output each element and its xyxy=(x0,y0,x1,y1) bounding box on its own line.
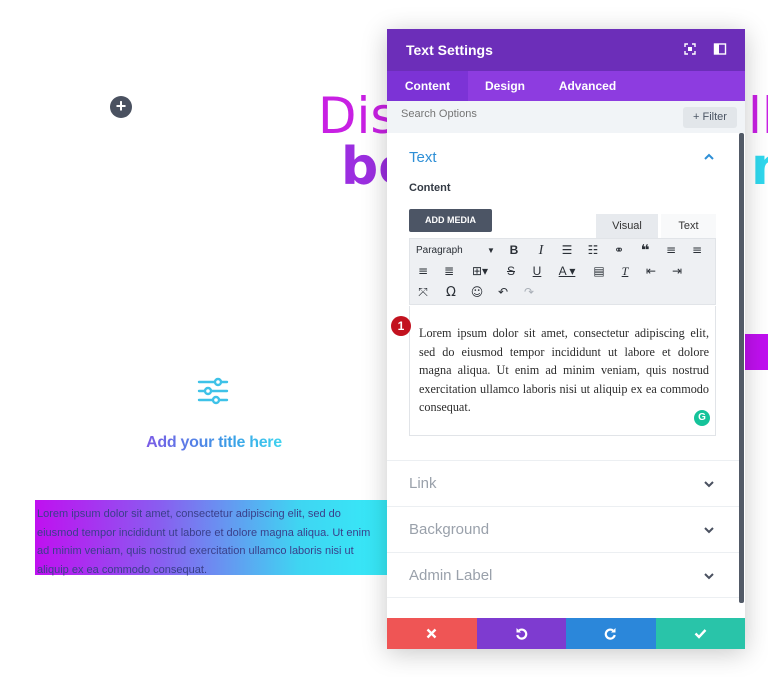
editor-tab-text[interactable]: Text xyxy=(661,214,716,238)
page: + Dis ll be nt Add your title here Lorem… xyxy=(0,0,768,677)
section-link-label: Link xyxy=(409,475,437,492)
checkmark-icon xyxy=(694,629,706,639)
content-label: Content xyxy=(409,182,451,194)
align-center-icon[interactable]: ≡ xyxy=(687,240,707,261)
panel-header: Text Settings xyxy=(387,29,745,71)
tab-content[interactable]: Content xyxy=(387,71,468,101)
link-icon[interactable]: ⚭ xyxy=(609,240,629,261)
bullet-list-icon[interactable]: ☰ xyxy=(557,240,577,261)
chevron-down-icon[interactable] xyxy=(702,477,716,491)
indent-icon[interactable]: ⇥ xyxy=(667,261,687,282)
tab-advanced[interactable]: Advanced xyxy=(542,71,633,101)
toolbar-row-3: ⤧ Ω ☺ ↶ ↷ xyxy=(410,282,717,303)
panel-footer xyxy=(387,618,745,649)
text-color-icon[interactable]: A ▾ xyxy=(553,261,581,282)
settings-tabs: Content Design Advanced xyxy=(387,71,745,101)
add-media-button[interactable]: ADD MEDIA xyxy=(409,209,492,232)
undo-button[interactable] xyxy=(476,618,566,649)
sidebar-layout-icon[interactable] xyxy=(713,42,727,56)
save-button[interactable] xyxy=(655,618,745,649)
undo-icon xyxy=(515,628,527,640)
editor-toolbar: Paragraph ▼ B I ☰ ☷ ⚭ ❝ ≡ ≡ ≡ ≣ ⊞▾ S U A… xyxy=(409,238,716,305)
editor-content-text[interactable]: Lorem ipsum dolor sit amet, consectetur … xyxy=(419,324,709,417)
clear-formatting-icon[interactable]: T xyxy=(615,261,635,282)
toolbar-row-1: Paragraph ▼ B I ☰ ☷ ⚭ ❝ ≡ ≡ xyxy=(410,240,717,261)
table-icon[interactable]: ⊞▾ xyxy=(467,261,493,282)
chevron-up-icon[interactable] xyxy=(702,150,716,164)
paste-text-icon[interactable]: ▤ xyxy=(589,261,609,282)
hero-heading-line1: Dis ll xyxy=(318,88,768,144)
filter-button[interactable]: + Filter xyxy=(683,107,737,128)
outdent-icon[interactable]: ⇤ xyxy=(641,261,661,282)
bold-icon[interactable]: B xyxy=(504,240,524,261)
chevron-down-icon[interactable] xyxy=(702,569,716,583)
tab-design[interactable]: Design xyxy=(468,71,542,101)
panel-title: Text Settings xyxy=(406,42,493,58)
redo-icon[interactable]: ↷ xyxy=(519,282,539,303)
step-marker: 1 xyxy=(391,316,411,336)
button-module-edge[interactable] xyxy=(745,334,768,370)
add-section-button[interactable]: + xyxy=(110,96,132,118)
blurb-title: Add your title here xyxy=(146,434,282,451)
paragraph-format-select[interactable]: Paragraph xyxy=(416,240,463,261)
discard-button[interactable] xyxy=(387,618,477,649)
section-link[interactable]: Link xyxy=(387,460,739,506)
undo-icon[interactable]: ↶ xyxy=(493,282,513,303)
search-row: + Filter xyxy=(387,101,745,133)
underline-icon[interactable]: U xyxy=(527,261,547,282)
section-background-label: Background xyxy=(409,521,490,538)
italic-icon[interactable]: I xyxy=(531,240,551,261)
section-title-text[interactable]: Text xyxy=(409,149,437,166)
text-settings-panel: Text Settings Content Design Advanced + … xyxy=(387,29,745,649)
redo-button[interactable] xyxy=(566,618,656,649)
strikethrough-icon[interactable]: S xyxy=(501,261,521,282)
gradient-text-module[interactable]: Lorem ipsum dolor sit amet, consectetur … xyxy=(35,500,387,576)
hero-heading-line2-right: nt xyxy=(751,138,768,196)
fullscreen-icon[interactable]: ⤧ xyxy=(413,282,433,303)
section-admin-label-label: Admin Label xyxy=(409,567,493,584)
chevron-down-icon[interactable]: ▼ xyxy=(487,240,495,261)
close-icon xyxy=(426,628,437,639)
numbered-list-icon[interactable]: ☷ xyxy=(583,240,603,261)
sliders-icon xyxy=(197,377,229,405)
editor-body[interactable]: Lorem ipsum dolor sit amet, consectetur … xyxy=(409,306,716,436)
blockquote-icon[interactable]: ❝ xyxy=(635,240,655,261)
expand-icon[interactable] xyxy=(683,42,697,56)
align-left-icon[interactable]: ≡ xyxy=(661,240,681,261)
chevron-down-icon[interactable] xyxy=(702,523,716,537)
justify-icon[interactable]: ≣ xyxy=(439,261,459,282)
grammarly-icon[interactable]: G xyxy=(694,410,710,426)
emoji-icon[interactable]: ☺ xyxy=(467,282,487,303)
search-options-input[interactable] xyxy=(401,108,641,120)
redo-icon xyxy=(604,628,616,640)
align-right-icon[interactable]: ≡ xyxy=(413,261,433,282)
special-character-icon[interactable]: Ω xyxy=(441,282,461,303)
panel-scrollbar[interactable] xyxy=(739,133,744,603)
hero-heading-line1-right: ll xyxy=(748,87,768,145)
section-admin-label[interactable]: Admin Label xyxy=(387,552,739,598)
editor-tab-visual[interactable]: Visual xyxy=(596,214,658,238)
section-background[interactable]: Background xyxy=(387,506,739,552)
toolbar-row-2: ≡ ≣ ⊞▾ S U A ▾ ▤ T ⇤ ⇥ xyxy=(410,261,717,282)
